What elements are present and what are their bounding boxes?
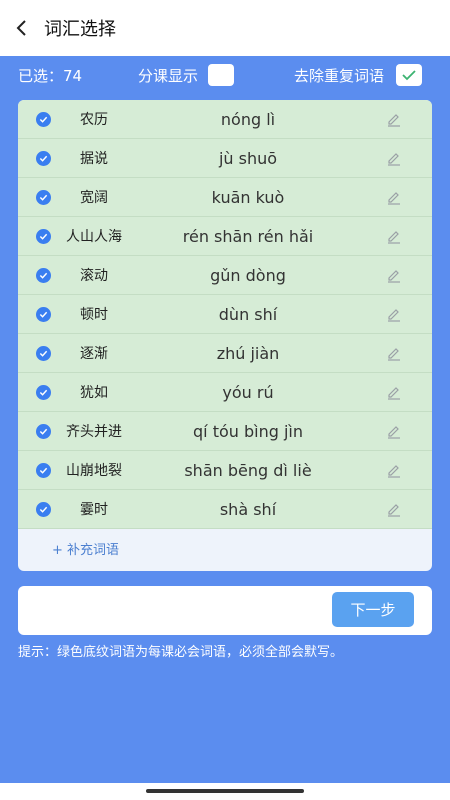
word-text: 霎时 <box>80 502 108 518</box>
word-text: 宽阔 <box>80 190 108 206</box>
next-button[interactable]: 下一步 <box>332 592 414 627</box>
row-checked-icon[interactable] <box>36 306 51 322</box>
word-row[interactable]: 据说 jù shuō <box>18 139 432 178</box>
dedupe-checkbox[interactable] <box>396 64 423 86</box>
by-lesson-option[interactable]: 分课显示 <box>138 64 235 86</box>
home-indicator[interactable] <box>146 789 304 793</box>
page-title: 词汇选择 <box>44 19 116 40</box>
pinyin-text: kuān kuò <box>211 187 285 207</box>
pinyin-text: shà shí <box>219 499 277 519</box>
word-row[interactable]: 犹如 yóu rú <box>18 373 432 412</box>
add-word-button[interactable]: + 补充词语 <box>18 529 432 567</box>
row-checked-icon[interactable] <box>36 501 51 517</box>
word-row[interactable]: 人山人海 rén shān rén hǎi <box>18 217 432 256</box>
pinyin-text: shān bēng dì liè <box>184 460 312 480</box>
word-row[interactable]: 逐渐 zhú jiàn <box>18 334 432 373</box>
word-row[interactable]: 滚动 gǔn dòng <box>18 256 432 295</box>
word-row[interactable]: 山崩地裂 shān bēng dì liè <box>18 451 432 490</box>
edit-icon[interactable] <box>386 501 402 517</box>
row-checked-icon[interactable] <box>36 267 51 283</box>
word-row[interactable]: 霎时 shà shí <box>18 490 432 529</box>
back-button[interactable] <box>0 0 44 56</box>
pinyin-text: nóng lì <box>220 109 276 129</box>
row-checked-icon[interactable] <box>36 384 51 400</box>
pinyin-text: yóu rú <box>222 382 274 402</box>
edit-icon[interactable] <box>386 384 402 400</box>
edit-icon[interactable] <box>386 462 402 478</box>
edit-icon[interactable] <box>386 150 402 166</box>
word-row[interactable]: 顿时 dùn shí <box>18 295 432 334</box>
dedupe-label: 去除重复词语 <box>294 66 385 85</box>
row-checked-icon[interactable] <box>36 189 51 205</box>
word-text: 据说 <box>80 151 108 167</box>
edit-icon[interactable] <box>386 267 402 283</box>
hint-text: 提示：绿色底纹词语为每课必会词语，必须全部会默写。 <box>18 645 344 660</box>
pinyin-text: rén shān rén hǎi <box>182 226 314 246</box>
action-bar: 下一步 <box>18 586 432 635</box>
word-text: 人山人海 <box>66 229 122 245</box>
row-checked-icon[interactable] <box>36 111 51 127</box>
selected-count: 已选：74 <box>18 66 83 85</box>
pinyin-text: gǔn dòng <box>210 265 286 285</box>
pinyin-text: zhú jiàn <box>216 343 280 363</box>
by-lesson-checkbox[interactable] <box>208 64 235 86</box>
row-checked-icon[interactable] <box>36 462 51 478</box>
edit-icon[interactable] <box>386 228 402 244</box>
filter-bar: 已选：74 分课显示 去除重复词语 <box>0 56 450 94</box>
row-checked-icon[interactable] <box>36 345 51 361</box>
pinyin-text: qí tóu bìng jìn <box>193 421 303 441</box>
row-checked-icon[interactable] <box>36 150 51 166</box>
word-text: 农历 <box>80 112 108 128</box>
top-bar: 词汇选择 <box>0 0 450 56</box>
edit-icon[interactable] <box>386 345 402 361</box>
by-lesson-label: 分课显示 <box>138 66 199 85</box>
word-row[interactable]: 齐头并进 qí tóu bìng jìn <box>18 412 432 451</box>
word-row[interactable]: 宽阔 kuān kuò <box>18 178 432 217</box>
row-checked-icon[interactable] <box>36 228 51 244</box>
word-text: 逐渐 <box>80 346 108 362</box>
edit-icon[interactable] <box>386 306 402 322</box>
word-list: 农历 nóng lì 据说 jù shuō 宽阔 kuān kuò 人山人海 rén shān… <box>18 100 432 571</box>
edit-icon[interactable] <box>386 111 402 127</box>
dedupe-option[interactable]: 去除重复词语 <box>294 64 423 86</box>
word-text: 犹如 <box>80 385 108 401</box>
chevron-left-icon <box>16 20 26 36</box>
edit-icon[interactable] <box>386 189 402 205</box>
pinyin-text: jù shuō <box>218 148 278 168</box>
checkmark-icon <box>402 70 416 81</box>
word-text: 滚动 <box>80 268 108 284</box>
word-text: 齐头并进 <box>66 424 122 440</box>
pinyin-text: dùn shí <box>218 304 278 324</box>
row-checked-icon[interactable] <box>36 423 51 439</box>
edit-icon[interactable] <box>386 423 402 439</box>
word-row[interactable]: 农历 nóng lì <box>18 100 432 139</box>
word-text: 顿时 <box>80 307 108 323</box>
word-text: 山崩地裂 <box>66 463 122 479</box>
